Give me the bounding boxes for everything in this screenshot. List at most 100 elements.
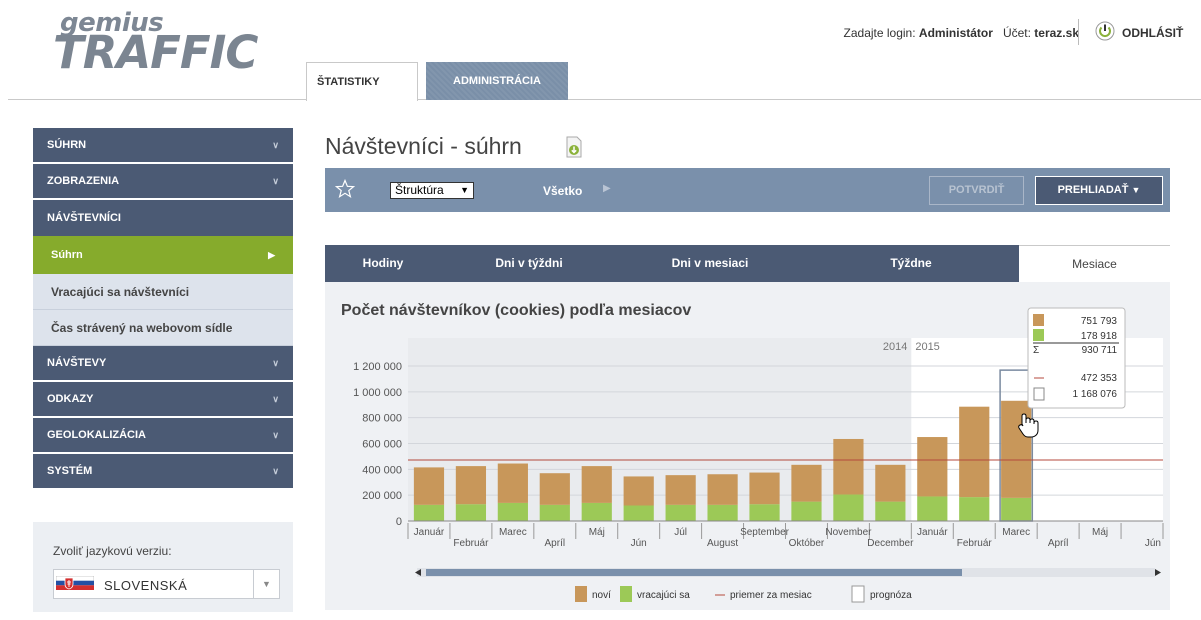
x-tick-label: Apríl [545,538,566,549]
sidebar-item-label: Súhrn [51,249,83,261]
power-icon[interactable] [1095,21,1115,41]
sidebar-item-system[interactable]: SYSTÉM ∨ [33,454,293,490]
x-tick-label: August [707,538,738,549]
structure-select-value: Štruktúra [395,183,444,197]
bar-returning [749,504,780,521]
bar-new [833,438,864,495]
app-frame: gemius TRAFFIC Zadajte login: Administát… [0,0,1201,620]
login-info: Zadajte login: Administátor Účet: teraz.… [844,26,1079,40]
logout-button[interactable]: ODHLÁSIŤ [1122,26,1183,40]
sidebar-item-summary[interactable]: SÚHRN ∨ [33,128,293,164]
language-box: Zvoliť jazykovú verziu: SLOVENSKÁ ▼ [33,522,293,612]
bar-returning [581,502,612,521]
x-tick-label: Jún [1145,538,1161,549]
x-tick-label: December [867,538,914,549]
dropdown-arrow-icon: ▼ [1131,185,1141,195]
bar-returning [707,504,738,521]
x-tick-label: Jún [631,538,647,549]
sidebar-item-label: SYSTÉM [47,465,93,477]
language-value: SLOVENSKÁ [104,578,188,593]
year-label: 2015 [915,341,939,353]
legend-swatch-returning [620,586,632,602]
dropdown-arrow-icon[interactable]: ▼ [253,570,279,598]
sidebar-item-label: NÁVŠTEVNÍCI [47,212,121,224]
header: gemius TRAFFIC Zadajte login: Administát… [8,0,1201,101]
x-tick-label: Marec [499,527,527,538]
sidebar-subitem-returning[interactable]: Vracajúci sa návštevníci [33,274,293,310]
tab-weekdays[interactable]: Dni v týždni [441,245,617,282]
bar-new [581,466,612,503]
tab-administration[interactable]: ADMINISTRÁCIA [426,62,568,100]
x-tick-label: September [740,527,790,538]
bar-new [623,476,654,506]
x-tick-label: Máj [1092,527,1108,538]
bar-returning [791,501,822,521]
legend-label: vracajúci sa [637,590,690,601]
bar-new [791,464,822,502]
chevron-down-icon: ∨ [272,139,279,150]
x-tick-label: Máj [589,527,605,538]
tab-statistics[interactable]: ŠTATISTIKY [306,62,418,101]
tab-month-days[interactable]: Dni v mesiaci [617,245,803,282]
account-prefix: Účet: [1002,26,1031,40]
tab-weeks[interactable]: Týždne [803,245,1019,282]
browse-button[interactable]: PREHLIADAŤ ▼ [1035,176,1163,205]
bar-returning [665,504,696,521]
filter-all-label[interactable]: Všetko [543,184,582,198]
dropdown-arrow-icon: ▼ [460,185,469,195]
x-tick-label: November [825,527,872,538]
bar-new [539,473,570,505]
y-tick-label: 1 000 000 [353,387,402,399]
sidebar-item-visitors[interactable]: NÁVŠTEVNÍCI [33,200,293,236]
star-icon[interactable] [335,179,355,199]
x-tick-label: Február [453,538,489,549]
filter-toolbar: Štruktúra ▼ Všetko ▶ POTVRDIŤ PREHLIADAŤ… [325,168,1170,212]
tooltip-new-value: 751 793 [1081,316,1118,327]
chevron-down-icon: ∨ [272,393,279,404]
language-label: Zvoliť jazykovú verziu: [53,544,172,558]
y-tick-label: 400 000 [362,464,402,476]
x-tick-label: Marec [1002,527,1030,538]
tooltip-swatch-returning [1033,329,1044,341]
bar-returning [959,497,990,521]
sidebar-item-geolocation[interactable]: GEOLOKALIZÁCIA ∨ [33,418,293,454]
bar-new [1001,400,1032,498]
y-tick-label: 1 200 000 [353,361,402,373]
time-tabs: Hodiny Dni v týždni Dni v mesiaci Týždne… [325,245,1170,282]
tooltip-forecast-value: 1 168 076 [1073,389,1118,400]
sidebar-item-visits[interactable]: NÁVŠTEVY ∨ [33,346,293,382]
sidebar-item-pageviews[interactable]: ZOBRAZENIA ∨ [33,164,293,200]
year-label: 2014 [883,341,907,353]
confirm-button[interactable]: POTVRDIŤ [929,176,1024,205]
account-name: teraz.sk [1034,26,1079,40]
sidebar-item-links[interactable]: ODKAZY ∨ [33,382,293,418]
chevron-down-icon: ∨ [272,175,279,186]
logo[interactable]: TRAFFIC [53,30,258,75]
bar-new [707,474,738,505]
sidebar-subitem-summary[interactable]: Súhrn ▶ [33,236,293,274]
bar-new [665,475,696,505]
export-file-icon[interactable] [565,136,583,158]
sidebar-subitem-time-spent[interactable]: Čas strávený na webovom sídle [33,310,293,346]
bar-returning [497,502,528,521]
bar-new [497,463,528,503]
bar-returning [917,496,948,521]
legend-label: priemer za mesiac [730,590,812,601]
tab-hours[interactable]: Hodiny [325,245,441,282]
tab-months[interactable]: Mesiace [1019,245,1170,282]
chart-svg: 2014 2015 0 200 000 400 000 600 000 800 000 1 0… [353,307,1164,603]
x-tick-label: Február [957,538,993,549]
y-tick-label: 800 000 [362,413,402,425]
legend-swatch-new [575,586,587,602]
language-select[interactable]: SLOVENSKÁ ▼ [53,569,280,599]
structure-select[interactable]: Štruktúra ▼ [390,182,474,199]
tooltip-average-value: 472 353 [1081,373,1118,384]
bar-returning [455,504,487,521]
browse-button-label: PREHLIADAŤ [1057,184,1129,196]
bar-new [413,467,445,505]
login-user: Administátor [918,26,993,40]
x-tick-label: Január [917,527,948,538]
legend-label: noví [592,590,611,601]
tooltip-sum-value: 930 711 [1082,345,1118,356]
bar-returning [539,504,570,521]
